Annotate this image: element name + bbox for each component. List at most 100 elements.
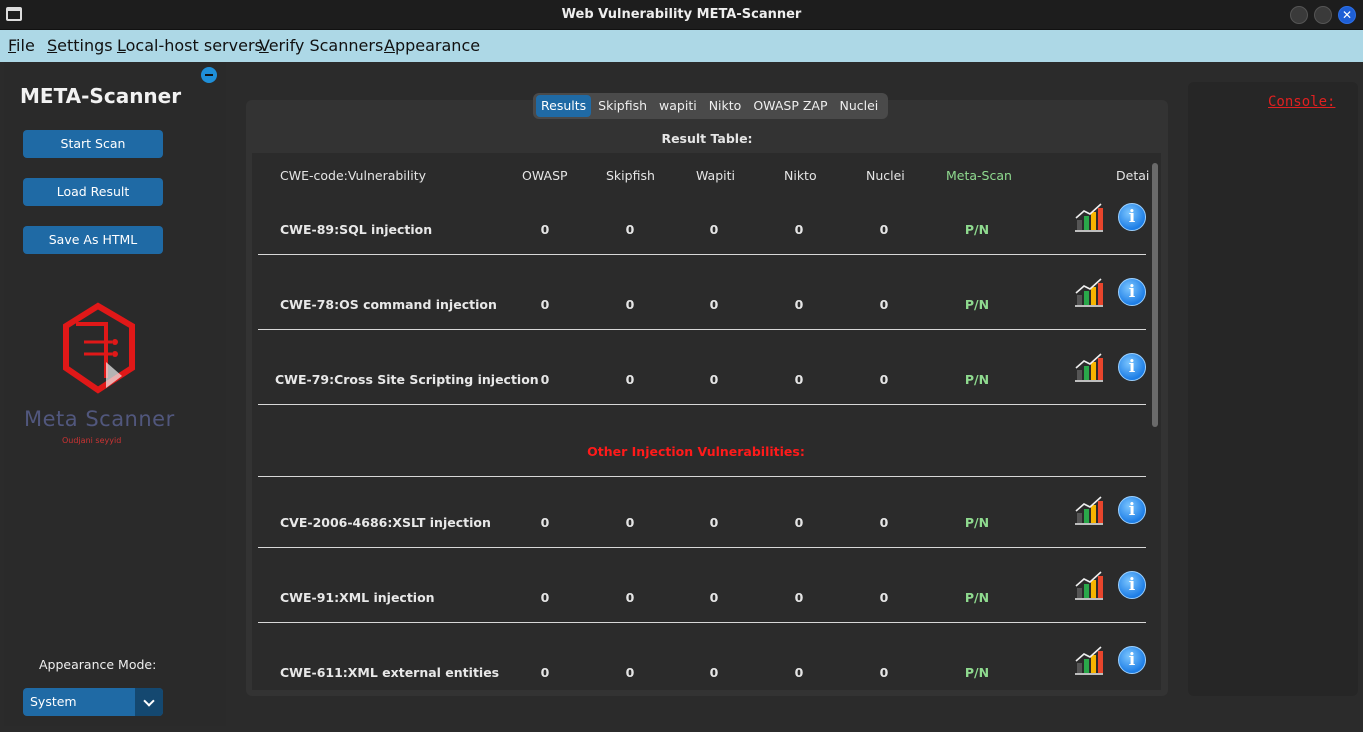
menu-settings[interactable]: Settings — [47, 36, 113, 55]
row-skipfish-count: 0 — [625, 515, 635, 530]
header-skipfish: Skipfish — [606, 168, 655, 183]
window-title: Web Vulnerability META-Scanner — [561, 7, 802, 22]
row-wapiti-count: 0 — [709, 222, 719, 237]
row-nuclei-count: 0 — [879, 372, 889, 387]
info-icon[interactable]: i — [1118, 278, 1146, 306]
tab-nuclei[interactable]: Nuclei — [835, 95, 884, 117]
menu-file[interactable]: File — [8, 36, 35, 55]
start-scan-button[interactable]: Start Scan — [23, 130, 163, 158]
row-separator — [258, 547, 1146, 548]
row-separator — [258, 404, 1146, 405]
row-owasp-count: 0 — [540, 515, 550, 530]
logo-subtitle: Oudjani seyyid — [62, 436, 122, 445]
row-meta-scan-result: P/N — [964, 665, 990, 680]
header-wapiti: Wapiti — [696, 168, 736, 183]
row-skipfish-count: 0 — [625, 372, 635, 387]
chart-icon[interactable] — [1074, 570, 1104, 600]
info-icon[interactable]: i — [1118, 646, 1146, 674]
header-owasp: OWASP — [522, 168, 568, 183]
row-meta-scan-result: P/N — [964, 297, 990, 312]
info-icon[interactable]: i — [1118, 353, 1146, 381]
row-separator — [258, 622, 1146, 623]
row-nuclei-count: 0 — [879, 222, 889, 237]
row-nuclei-count: 0 — [879, 590, 889, 605]
row-meta-scan-result: P/N — [964, 372, 990, 387]
row-owasp-count: 0 — [540, 590, 550, 605]
row-vulnerability-name: CWE-611:XML external entities — [280, 665, 500, 680]
info-icon[interactable]: i — [1118, 203, 1146, 231]
row-nuclei-count: 0 — [879, 515, 889, 530]
sidebar: META-Scanner Start Scan Load Result Save… — [4, 62, 226, 726]
row-skipfish-count: 0 — [625, 590, 635, 605]
tab-nikto[interactable]: Nikto — [704, 95, 747, 117]
row-nikto-count: 0 — [794, 222, 804, 237]
header-nikto: Nikto — [784, 168, 817, 183]
row-vulnerability-name: CWE-79:Cross Site Scripting injection — [275, 372, 539, 387]
tab-owasp-zap[interactable]: OWASP ZAP — [748, 95, 832, 117]
row-wapiti-count: 0 — [709, 297, 719, 312]
menu-local-host-servers[interactable]: Local-host servers — [117, 36, 263, 55]
row-vulnerability-name: CWE-78:OS command injection — [280, 297, 497, 312]
row-wapiti-count: 0 — [709, 515, 719, 530]
row-separator — [258, 476, 1146, 477]
tab-skipfish[interactable]: Skipfish — [593, 95, 652, 117]
chart-icon[interactable] — [1074, 352, 1104, 382]
info-icon[interactable]: i — [1118, 496, 1146, 524]
row-separator — [258, 254, 1146, 255]
row-owasp-count: 0 — [540, 297, 550, 312]
row-nikto-count: 0 — [794, 665, 804, 680]
appearance-mode-select[interactable]: System — [23, 688, 163, 716]
row-owasp-count: 0 — [540, 665, 550, 680]
chart-icon[interactable] — [1074, 495, 1104, 525]
row-vulnerability-name: CWE-89:SQL injection — [280, 222, 433, 237]
row-meta-scan-result: P/N — [964, 222, 990, 237]
minimize-button[interactable] — [1290, 6, 1308, 24]
row-vulnerability-name: CWE-91:XML injection — [280, 590, 435, 605]
row-wapiti-count: 0 — [709, 590, 719, 605]
collapse-sidebar-button[interactable] — [201, 67, 217, 83]
row-meta-scan-result: P/N — [964, 515, 990, 530]
close-button[interactable]: ✕ — [1338, 6, 1356, 24]
logo-text: Meta Scanner — [24, 407, 175, 431]
row-nikto-count: 0 — [794, 297, 804, 312]
section-other-injection: Other Injection Vulnerabilities: — [587, 444, 805, 459]
row-nikto-count: 0 — [794, 590, 804, 605]
console-label: Console: — [1268, 94, 1336, 110]
save-as-html-button[interactable]: Save As HTML — [23, 226, 163, 254]
row-separator — [258, 329, 1146, 330]
chart-icon[interactable] — [1074, 202, 1104, 232]
info-icon[interactable]: i — [1118, 571, 1146, 599]
row-nuclei-count: 0 — [879, 297, 889, 312]
tab-wapiti[interactable]: wapiti — [654, 95, 702, 117]
chevron-down-icon[interactable] — [135, 688, 163, 716]
row-nikto-count: 0 — [794, 372, 804, 387]
tab-results[interactable]: Results — [536, 95, 592, 117]
header-vulnerability: CWE-code:Vulnerability — [280, 168, 427, 183]
scanner-tabs: Results Skipfish wapiti Nikto OWASP ZAP … — [533, 93, 889, 119]
header-details: Detai — [1116, 168, 1150, 183]
app-title: META-Scanner — [20, 84, 182, 108]
appearance-mode-label: Appearance Mode: — [39, 657, 157, 672]
title-bar: Web Vulnerability META-Scanner ✕ — [0, 0, 1363, 30]
row-nikto-count: 0 — [794, 515, 804, 530]
chart-icon[interactable] — [1074, 645, 1104, 675]
console-panel — [1188, 82, 1358, 696]
row-meta-scan-result: P/N — [964, 590, 990, 605]
row-vulnerability-name: CVE-2006-4686:XSLT injection — [280, 515, 491, 530]
row-skipfish-count: 0 — [625, 665, 635, 680]
row-owasp-count: 0 — [540, 222, 550, 237]
row-nuclei-count: 0 — [879, 665, 889, 680]
header-meta-scan: Meta-Scan — [946, 168, 1012, 183]
menu-appearance[interactable]: Appearance — [384, 36, 480, 55]
result-table-title: Result Table: — [661, 131, 753, 146]
chart-icon[interactable] — [1074, 277, 1104, 307]
load-result-button[interactable]: Load Result — [23, 178, 163, 206]
row-wapiti-count: 0 — [709, 372, 719, 387]
maximize-button[interactable] — [1314, 6, 1332, 24]
menu-verify-scanners[interactable]: Verify Scanners — [259, 36, 383, 55]
row-owasp-count: 0 — [540, 372, 550, 387]
menu-bar: File Settings Local-host servers Verify … — [0, 30, 1363, 62]
appearance-mode-value: System — [30, 694, 77, 709]
table-scrollbar[interactable] — [1152, 163, 1158, 427]
row-skipfish-count: 0 — [625, 297, 635, 312]
